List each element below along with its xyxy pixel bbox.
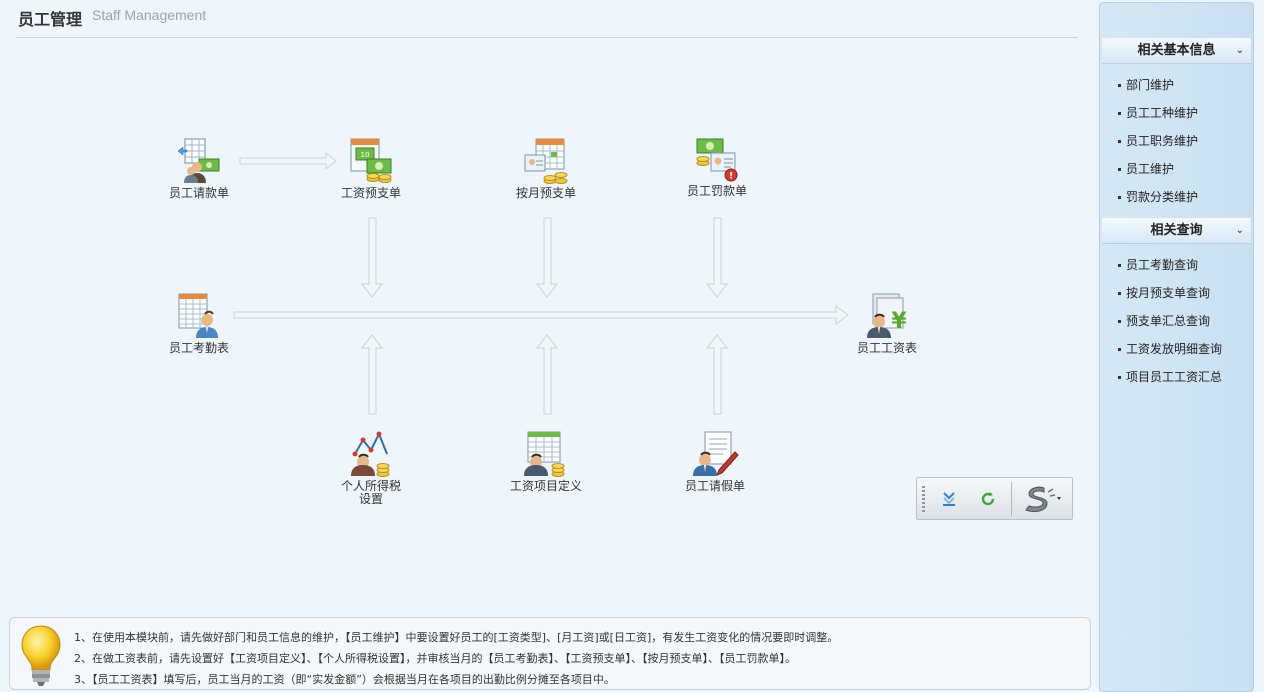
svg-text:10: 10 (361, 151, 370, 159)
refresh-button[interactable] (975, 486, 1001, 512)
node-label: 员工考勤表 (168, 341, 229, 355)
attendance-icon (178, 293, 218, 338)
leave-request-icon (177, 138, 220, 183)
svg-text:!: ! (729, 172, 733, 182)
bullet-icon (1118, 320, 1121, 323)
sidebar-item-label: 罚款分类维护 (1126, 190, 1199, 204)
penalty-icon: ! (696, 138, 738, 182)
toolbar-divider (1011, 482, 1012, 516)
node-label: 个人所得税设置 (340, 479, 401, 506)
sidebar-item-label: 按月预支单查询 (1126, 286, 1211, 300)
chevron-down-icon[interactable]: ⌄ (1236, 218, 1244, 244)
arrow-down (535, 217, 559, 298)
sidebar-item-label: 预支单汇总查询 (1126, 314, 1211, 328)
node-label: 员工罚款单 (686, 184, 747, 198)
salary-advance-icon: 10 (350, 138, 392, 183)
node-label: 员工请假单 (684, 479, 745, 493)
tip-line: 1、在使用本模块前，请先做好部门和员工信息的维护，【员工维护】中要设置好员工的[… (74, 631, 839, 644)
section-header-basic-info[interactable]: 相关基本信息 ⌄ (1102, 38, 1251, 64)
sidebar-item-department[interactable]: 部门维护 (1118, 76, 1174, 93)
arrow-up (535, 334, 559, 415)
node-label: 员工工资表 (856, 341, 917, 355)
income-tax-icon (351, 431, 390, 477)
bullet-icon (1118, 264, 1121, 267)
refresh-icon (981, 492, 995, 506)
sidebar-item-label: 工资发放明细查询 (1126, 342, 1223, 356)
node-payroll[interactable]: ¥ 员工工资表 (832, 292, 942, 355)
bullet-icon (1118, 84, 1121, 87)
bullet-icon (1118, 292, 1121, 295)
node-penalty[interactable]: ! 员工罚款单 (662, 135, 772, 198)
sidebar-item-payment-detail[interactable]: 工资发放明细查询 (1118, 340, 1222, 357)
sidebar-item-label: 员工职务维护 (1126, 134, 1199, 148)
sidebar-item-job-type[interactable]: 员工工种维护 (1118, 104, 1198, 121)
sidebar-item-monthly-advance-query[interactable]: 按月预支单查询 (1118, 284, 1210, 301)
sidebar-item-label: 项目员工工资汇总 (1126, 370, 1223, 384)
node-income-tax[interactable]: 个人所得税设置 (316, 430, 426, 506)
arrow-down (360, 217, 384, 298)
tips-panel: 1、在使用本模块前，请先做好部门和员工信息的维护，【员工维护】中要设置好员工的[… (9, 617, 1091, 690)
payroll-icon: ¥ (867, 293, 907, 338)
bullet-icon (1118, 348, 1121, 351)
export-icon (943, 492, 955, 506)
bullet-icon (1118, 168, 1121, 171)
svg-text:¥: ¥ (891, 309, 907, 334)
bullet-icon (1118, 376, 1121, 379)
node-label: 按月预支单 (515, 186, 576, 200)
node-leave-request[interactable]: 员工请款单 (144, 137, 254, 200)
arrow-main (233, 305, 849, 325)
sidebar-item-attendance-query[interactable]: 员工考勤查询 (1118, 256, 1198, 273)
arrow-up (360, 334, 384, 415)
leave-icon (693, 431, 739, 476)
right-sidebar: 相关基本信息 ⌄ 部门维护 员工工种维护 员工职务维护 员工维护 罚款分类维护 … (1099, 2, 1254, 692)
tip-line: 2、在做工资表前，请先设置好【工资项目定义】、【个人所得税设置】，并审核当月的【… (74, 652, 796, 665)
node-monthly-advance[interactable]: 按月预支单 (491, 137, 601, 200)
sidebar-item-penalty-category[interactable]: 罚款分类维护 (1118, 188, 1198, 205)
node-label: 工资预支单 (340, 186, 401, 200)
section-title: 相关基本信息 (1137, 43, 1216, 58)
bullet-icon (1118, 196, 1121, 199)
tip-line: 3、【员工工资表】填写后，员工当月的工资（即“实发金额”）会根据当月在各项目的出… (74, 673, 615, 686)
node-salary-advance[interactable]: 10 工资预支单 (316, 137, 426, 200)
section-title: 相关查询 (1150, 223, 1203, 238)
node-label: 员工请款单 (168, 186, 229, 200)
node-salary-items[interactable]: 工资项目定义 (491, 430, 601, 493)
node-attendance[interactable]: 员工考勤表 (144, 292, 254, 355)
export-button[interactable] (936, 486, 962, 512)
sidebar-item-position[interactable]: 员工职务维护 (1118, 132, 1198, 149)
floating-toolbar (916, 477, 1073, 520)
section-header-queries[interactable]: 相关查询 ⌄ (1102, 218, 1251, 244)
bullet-icon (1118, 140, 1121, 143)
node-leave[interactable]: 员工请假单 (660, 430, 770, 493)
sidebar-item-label: 员工维护 (1126, 162, 1175, 176)
bulb-icon (21, 625, 61, 686)
arrow-up (705, 334, 729, 415)
bullet-icon (1118, 112, 1121, 115)
sidebar-item-project-salary-summary[interactable]: 项目员工工资汇总 (1118, 368, 1222, 385)
chevron-down-icon[interactable]: ⌄ (1236, 38, 1244, 64)
arrow-down (705, 217, 729, 298)
sidebar-item-label: 员工工种维护 (1126, 106, 1199, 120)
node-label: 工资项目定义 (509, 479, 582, 493)
sidebar-item-advance-summary[interactable]: 预支单汇总查询 (1118, 312, 1210, 329)
toolbar-grip[interactable] (922, 486, 925, 512)
sidebar-item-label: 部门维护 (1126, 78, 1175, 92)
sidebar-item-label: 员工考勤查询 (1126, 258, 1199, 272)
monthly-advance-icon (524, 138, 568, 184)
skin-icon (1025, 486, 1061, 512)
skin-menu-button[interactable] (1019, 486, 1065, 512)
salary-items-icon (524, 431, 565, 477)
sidebar-item-employee[interactable]: 员工维护 (1118, 160, 1174, 177)
